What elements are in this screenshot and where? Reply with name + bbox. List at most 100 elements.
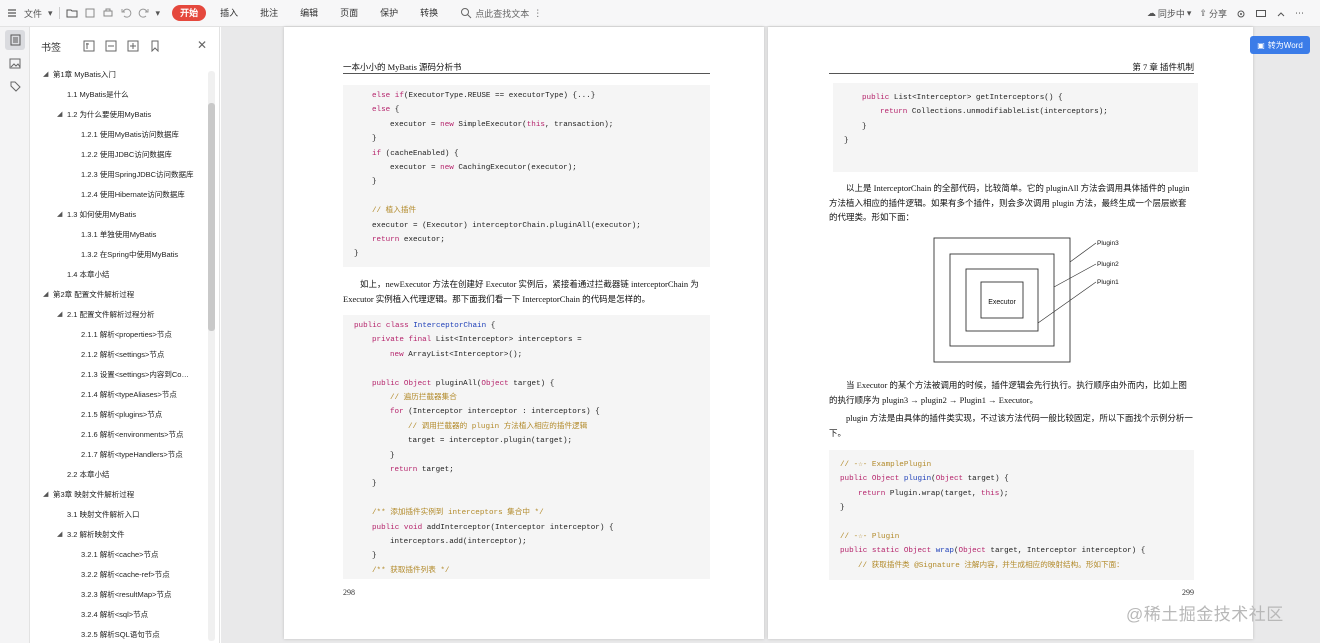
bookmark-label: 第2章 配置文件解析过程: [53, 290, 135, 299]
bookmark-item[interactable]: 2.1.4 解析<typeAliases>节点: [30, 385, 208, 405]
code-line: new ArrayList<Interceptor>();: [390, 350, 523, 359]
more-vertical-icon[interactable]: ⋮: [533, 8, 542, 19]
panel-title: 书签: [41, 42, 61, 54]
expand-arrow-icon[interactable]: ◢: [57, 305, 62, 325]
plugin1-label: Plugin1: [1097, 279, 1119, 286]
bookmark-item[interactable]: 3.2.1 解析<cache>节点: [30, 545, 208, 565]
bookmark-item[interactable]: 3.1 映射文件解析入口: [30, 505, 208, 525]
bookmark-item[interactable]: ◢ 3.2 解析映射文件: [30, 525, 208, 545]
sync-status[interactable]: ☁ 同步中 ▾: [1147, 5, 1192, 23]
bookmark-panel-icon[interactable]: [5, 30, 25, 50]
bookmark-item[interactable]: 2.1.6 解析<environments>节点: [30, 425, 208, 445]
code-line: }: [390, 451, 395, 460]
more-horizontal-icon[interactable]: ⋯: [1295, 5, 1304, 23]
header-rule: [829, 73, 1194, 74]
bookmark-item[interactable]: ◢ 1.2 为什么要使用MyBatis: [30, 105, 208, 125]
bookmark-item[interactable]: 2.1.5 解析<plugins>节点: [30, 405, 208, 425]
bookmark-label: 3.2.2 解析<cache-ref>节点: [81, 570, 170, 579]
tab-edit[interactable]: 编辑: [292, 5, 326, 21]
bookmark-item[interactable]: 3.2.5 解析SQL语句节点: [30, 625, 208, 643]
bookmark-item[interactable]: ◢ 2.1 配置文件解析过程分析: [30, 305, 208, 325]
tab-convert[interactable]: 转换: [412, 5, 446, 21]
bookmark-item[interactable]: 1.2.4 使用Hibernate访问数据库: [30, 185, 208, 205]
bookmark-item[interactable]: 2.1.7 解析<typeHandlers>节点: [30, 445, 208, 465]
tab-comment[interactable]: 批注: [252, 5, 286, 21]
code-line: public void addInterceptor(Interceptor i…: [372, 523, 614, 532]
bookmark-item[interactable]: 1.3.1 单独使用MyBatis: [30, 225, 208, 245]
chevron-down-icon[interactable]: ▾: [48, 4, 53, 22]
quick-access-chevron-icon[interactable]: ▾: [156, 4, 161, 22]
scrollbar-thumb[interactable]: [208, 103, 215, 331]
header-rule: [343, 73, 710, 74]
expand-arrow-icon[interactable]: ◢: [43, 485, 48, 505]
bookmark-label: 2.1.4 解析<typeAliases>节点: [81, 390, 177, 399]
file-menu[interactable]: 文件: [24, 4, 42, 22]
save-icon[interactable]: [84, 4, 96, 22]
expand-arrow-icon[interactable]: ◢: [43, 65, 48, 85]
bookmark-item[interactable]: 3.2.3 解析<resultMap>节点: [30, 585, 208, 605]
expand-arrow-icon[interactable]: ◢: [57, 105, 62, 125]
expand-arrow-icon[interactable]: ◢: [43, 285, 48, 305]
bookmark-item[interactable]: 1.3.2 在Spring中使用MyBatis: [30, 245, 208, 265]
code-line: }: [372, 480, 377, 489]
bookmark-label: 3.2.4 解析<sql>节点: [81, 610, 149, 619]
bookmark-label: 2.1 配置文件解析过程分析: [67, 310, 155, 319]
page-number: 299: [1182, 588, 1194, 597]
word-icon: ▣: [1257, 40, 1265, 50]
settings-gear-icon[interactable]: [1235, 5, 1247, 23]
bookmark-item[interactable]: 1.1 MyBatis是什么: [30, 85, 208, 105]
collapse-all-icon[interactable]: [105, 40, 117, 52]
message-icon[interactable]: [1255, 5, 1267, 23]
expand-arrow-icon[interactable]: ◢: [57, 525, 62, 545]
share-button[interactable]: ⇪ 分享: [1199, 5, 1227, 23]
open-folder-icon[interactable]: [66, 4, 78, 22]
redo-icon[interactable]: [138, 4, 150, 22]
collapse-up-icon[interactable]: [1275, 5, 1287, 23]
code-line: public Object plugin(Object target) {: [840, 475, 1009, 484]
bookmark-item[interactable]: 2.2 本章小结: [30, 465, 208, 485]
plugin1-connector: [1037, 281, 1097, 324]
bookmark-item[interactable]: 2.1.2 解析<settings>节点: [30, 345, 208, 365]
tab-insert[interactable]: 插入: [212, 5, 246, 21]
watermark: @稀土掘金技术社区: [1126, 605, 1284, 624]
menu-icon[interactable]: [6, 4, 18, 22]
code-line: interceptors.add(interceptor);: [390, 538, 527, 546]
tab-protect[interactable]: 保护: [372, 5, 406, 21]
share-icon: ⇪: [1199, 8, 1207, 18]
bookmark-item[interactable]: 1.2.1 使用MyBatis访问数据库: [30, 125, 208, 145]
bookmark-item[interactable]: 2.1.3 设置<settings>内容到Co…: [30, 365, 208, 385]
print-icon[interactable]: [102, 4, 114, 22]
document-canvas: 一本小小的 MyBatis 源码分析书 else if(ExecutorType…: [221, 27, 1320, 643]
bookmark-item[interactable]: 1.2.2 使用JDBC访问数据库: [30, 145, 208, 165]
undo-icon[interactable]: [120, 4, 132, 22]
bookmark-item[interactable]: 2.1.1 解析<properties>节点: [30, 325, 208, 345]
bookmark-scrollbar[interactable]: [208, 71, 215, 641]
code-line: }: [844, 137, 849, 146]
tag-panel-icon[interactable]: [5, 76, 25, 96]
close-icon[interactable]: ✕: [197, 39, 207, 51]
plugin2-label: Plugin2: [1097, 261, 1119, 268]
bookmark-item[interactable]: ◢ 第1章 MyBatis入门: [30, 65, 208, 85]
bookmark-item[interactable]: ◢ 第2章 配置文件解析过程: [30, 285, 208, 305]
plugin3-label: Plugin3: [1097, 240, 1119, 247]
bookmark-icon[interactable]: [149, 40, 161, 52]
bookmark-item[interactable]: ◢ 第3章 映射文件解析过程: [30, 485, 208, 505]
bookmark-label: 3.1 映射文件解析入口: [67, 510, 140, 519]
code-line: }: [840, 504, 845, 513]
image-panel-icon[interactable]: [5, 53, 25, 73]
page-number: 298: [343, 588, 355, 597]
bookmark-item[interactable]: 3.2.2 解析<cache-ref>节点: [30, 565, 208, 585]
expand-all-icon[interactable]: [83, 40, 95, 52]
code-block: // -☆- ExamplePlugin public Object plugin…: [829, 450, 1194, 580]
expand-arrow-icon[interactable]: ◢: [57, 205, 62, 225]
tab-page[interactable]: 页面: [332, 5, 366, 21]
convert-to-word-button[interactable]: ▣ 转为Word: [1250, 36, 1310, 54]
code-line: }: [372, 178, 377, 187]
bookmark-item[interactable]: 3.2.4 解析<sql>节点: [30, 605, 208, 625]
add-bookmark-icon[interactable]: [127, 40, 139, 52]
bookmark-item[interactable]: 1.2.3 使用SpringJDBC访问数据库: [30, 165, 208, 185]
bookmark-item[interactable]: ◢ 1.3 如何使用MyBatis: [30, 205, 208, 225]
search-box[interactable]: 点此查找文本 ⋮: [460, 4, 542, 22]
bookmark-item[interactable]: 1.4 本章小结: [30, 265, 208, 285]
tab-start[interactable]: 开始: [172, 5, 207, 21]
